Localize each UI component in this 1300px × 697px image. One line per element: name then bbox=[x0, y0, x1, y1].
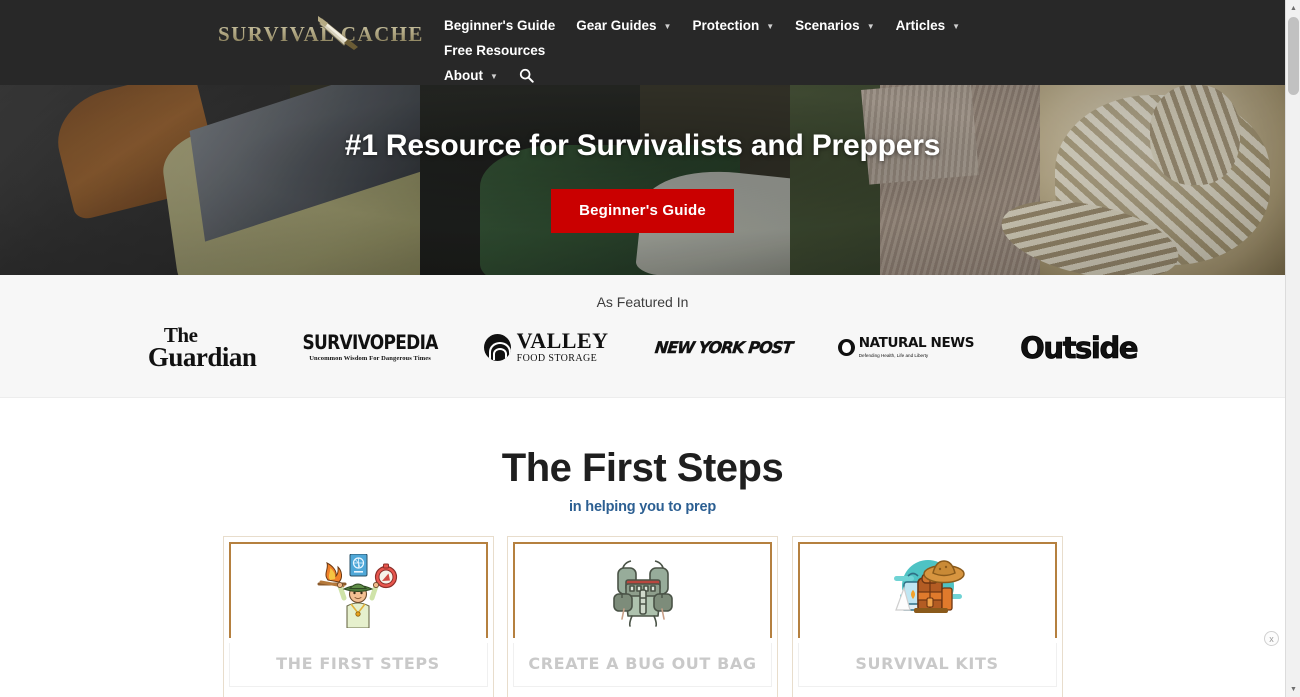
chevron-down-icon: ▼ bbox=[489, 72, 498, 81]
nav-item-gear-guides[interactable]: Gear Guides ▼ bbox=[576, 18, 671, 33]
survival-kit-icon bbox=[894, 560, 965, 613]
vertical-scrollbar[interactable]: ▲ ▼ bbox=[1285, 0, 1300, 697]
nav-item-about[interactable]: About ▼ bbox=[444, 68, 498, 83]
nav-item-free-resources[interactable]: Free Resources bbox=[444, 43, 545, 58]
scrollbar-thumb[interactable] bbox=[1288, 17, 1299, 95]
nav-label: Gear Guides bbox=[576, 18, 657, 33]
card-label: THE FIRST STEPS bbox=[228, 643, 488, 687]
site-logo-text: SURVIVAL CACHE bbox=[218, 21, 424, 46]
logo-line-1: NATURAL NEWS bbox=[858, 335, 975, 352]
logo-line-1: SURVIVOPEDIA bbox=[302, 331, 438, 355]
nav-item-protection[interactable]: Protection ▼ bbox=[692, 18, 774, 33]
scroll-down-arrow[interactable]: ▼ bbox=[1286, 681, 1300, 697]
card-label: SURVIVAL KITS bbox=[797, 643, 1057, 687]
site-header: SURVIVAL CACHE Beginner's Guide Gear Gui… bbox=[0, 0, 1285, 85]
nav-label: Beginner's Guide bbox=[444, 18, 556, 33]
hero-banner: #1 Resource for Survivalists and Prepper… bbox=[0, 85, 1285, 275]
logo-line-2: Uncommon Wisdom For Dangerous Times bbox=[309, 355, 431, 363]
card-the-first-steps[interactable]: THE FIRST STEPS Beginner's Guide to Prep… bbox=[222, 536, 494, 697]
globe-icon bbox=[837, 339, 855, 357]
logo-line-2: Defending Health, Life and Liberty bbox=[858, 352, 929, 358]
logo-natural-news[interactable]: NATURAL NEWS Defending Health, Life and … bbox=[837, 335, 975, 358]
hero-cta-button[interactable]: Beginner's Guide bbox=[551, 189, 734, 233]
site-logo[interactable]: SURVIVAL CACHE bbox=[218, 14, 422, 54]
nav-label: About bbox=[444, 68, 483, 83]
nav-row-primary: Beginner's Guide Gear Guides ▼ Protectio… bbox=[444, 18, 1064, 68]
nav-label: Free Resources bbox=[444, 43, 546, 58]
main-navigation: Beginner's Guide Gear Guides ▼ Protectio… bbox=[444, 14, 1064, 93]
card-label: CREATE A BUG OUT BAG bbox=[513, 643, 772, 687]
logo-line-1: VALLEY bbox=[516, 327, 609, 353]
first-steps-section: The First Steps in helping you to prep T… bbox=[0, 398, 1285, 697]
section-subtitle: in helping you to prep bbox=[568, 499, 717, 515]
card-artwork-area bbox=[513, 542, 772, 638]
nav-item-articles[interactable]: Articles ▼ bbox=[896, 18, 960, 33]
logo-survivopedia[interactable]: SURVIVOPEDIA Uncommon Wisdom For Dangero… bbox=[302, 331, 438, 363]
nav-label: Articles bbox=[895, 18, 946, 33]
campfire-scout-icon bbox=[317, 554, 398, 628]
card-survival-kits[interactable]: SURVIVAL KITS All Survival Kits bbox=[791, 536, 1063, 697]
chevron-down-icon: ▼ bbox=[866, 22, 875, 31]
chevron-down-icon: ▼ bbox=[663, 22, 672, 31]
logo-line-1: Outside bbox=[1020, 330, 1139, 365]
chevron-down-icon: ▼ bbox=[766, 22, 775, 31]
first-steps-card-list: THE FIRST STEPS Beginner's Guide to Prep… bbox=[222, 536, 1063, 697]
as-featured-in-label: As Featured In bbox=[596, 294, 689, 310]
section-title: The First Steps bbox=[501, 446, 784, 490]
nav-label: Protection bbox=[692, 18, 760, 33]
valley-mark-icon bbox=[483, 334, 511, 362]
logo-line-2: FOOD STORAGE bbox=[516, 352, 598, 364]
card-artwork-area bbox=[797, 542, 1057, 638]
search-button[interactable] bbox=[519, 68, 534, 83]
hero-content: #1 Resource for Survivalists and Prepper… bbox=[0, 85, 1285, 275]
logo-text: NATURAL NEWS Defending Health, Life and … bbox=[858, 335, 975, 358]
page-viewport: SURVIVAL CACHE Beginner's Guide Gear Gui… bbox=[0, 0, 1285, 697]
logo-outside[interactable]: Outside bbox=[1020, 330, 1139, 365]
logo-new-york-post[interactable]: NEW YORK POST bbox=[653, 338, 793, 358]
card-create-a-bug-out-bag[interactable]: CREATE A BUG OUT BAG Bug Out Bag Checkli… bbox=[507, 536, 778, 697]
nav-item-scenarios[interactable]: Scenarios ▼ bbox=[795, 18, 874, 33]
hero-title: #1 Resource for Survivalists and Prepper… bbox=[344, 129, 941, 162]
press-logo-list: The Guardian SURVIVOPEDIA Uncommon Wisdo… bbox=[0, 325, 1285, 372]
nav-label: Scenarios bbox=[795, 18, 860, 33]
as-featured-in-section: As Featured In The Guardian SURVIVOPEDIA… bbox=[0, 275, 1285, 398]
close-ad-button[interactable]: x bbox=[1264, 631, 1279, 646]
logo-line-2: Guardian bbox=[147, 341, 257, 372]
logo-line-1: NEW YORK POST bbox=[653, 338, 793, 358]
backpack-icon bbox=[612, 560, 673, 627]
search-icon bbox=[519, 68, 534, 83]
nav-item-beginners-guide[interactable]: Beginner's Guide bbox=[444, 18, 555, 33]
scroll-up-arrow[interactable]: ▲ bbox=[1286, 0, 1300, 16]
chevron-down-icon: ▼ bbox=[952, 22, 961, 31]
card-artwork-area bbox=[228, 542, 488, 638]
logo-text: VALLEY FOOD STORAGE bbox=[516, 327, 609, 366]
logo-valley-food-storage[interactable]: VALLEY FOOD STORAGE bbox=[483, 327, 609, 366]
logo-the-guardian[interactable]: The Guardian bbox=[147, 325, 257, 372]
